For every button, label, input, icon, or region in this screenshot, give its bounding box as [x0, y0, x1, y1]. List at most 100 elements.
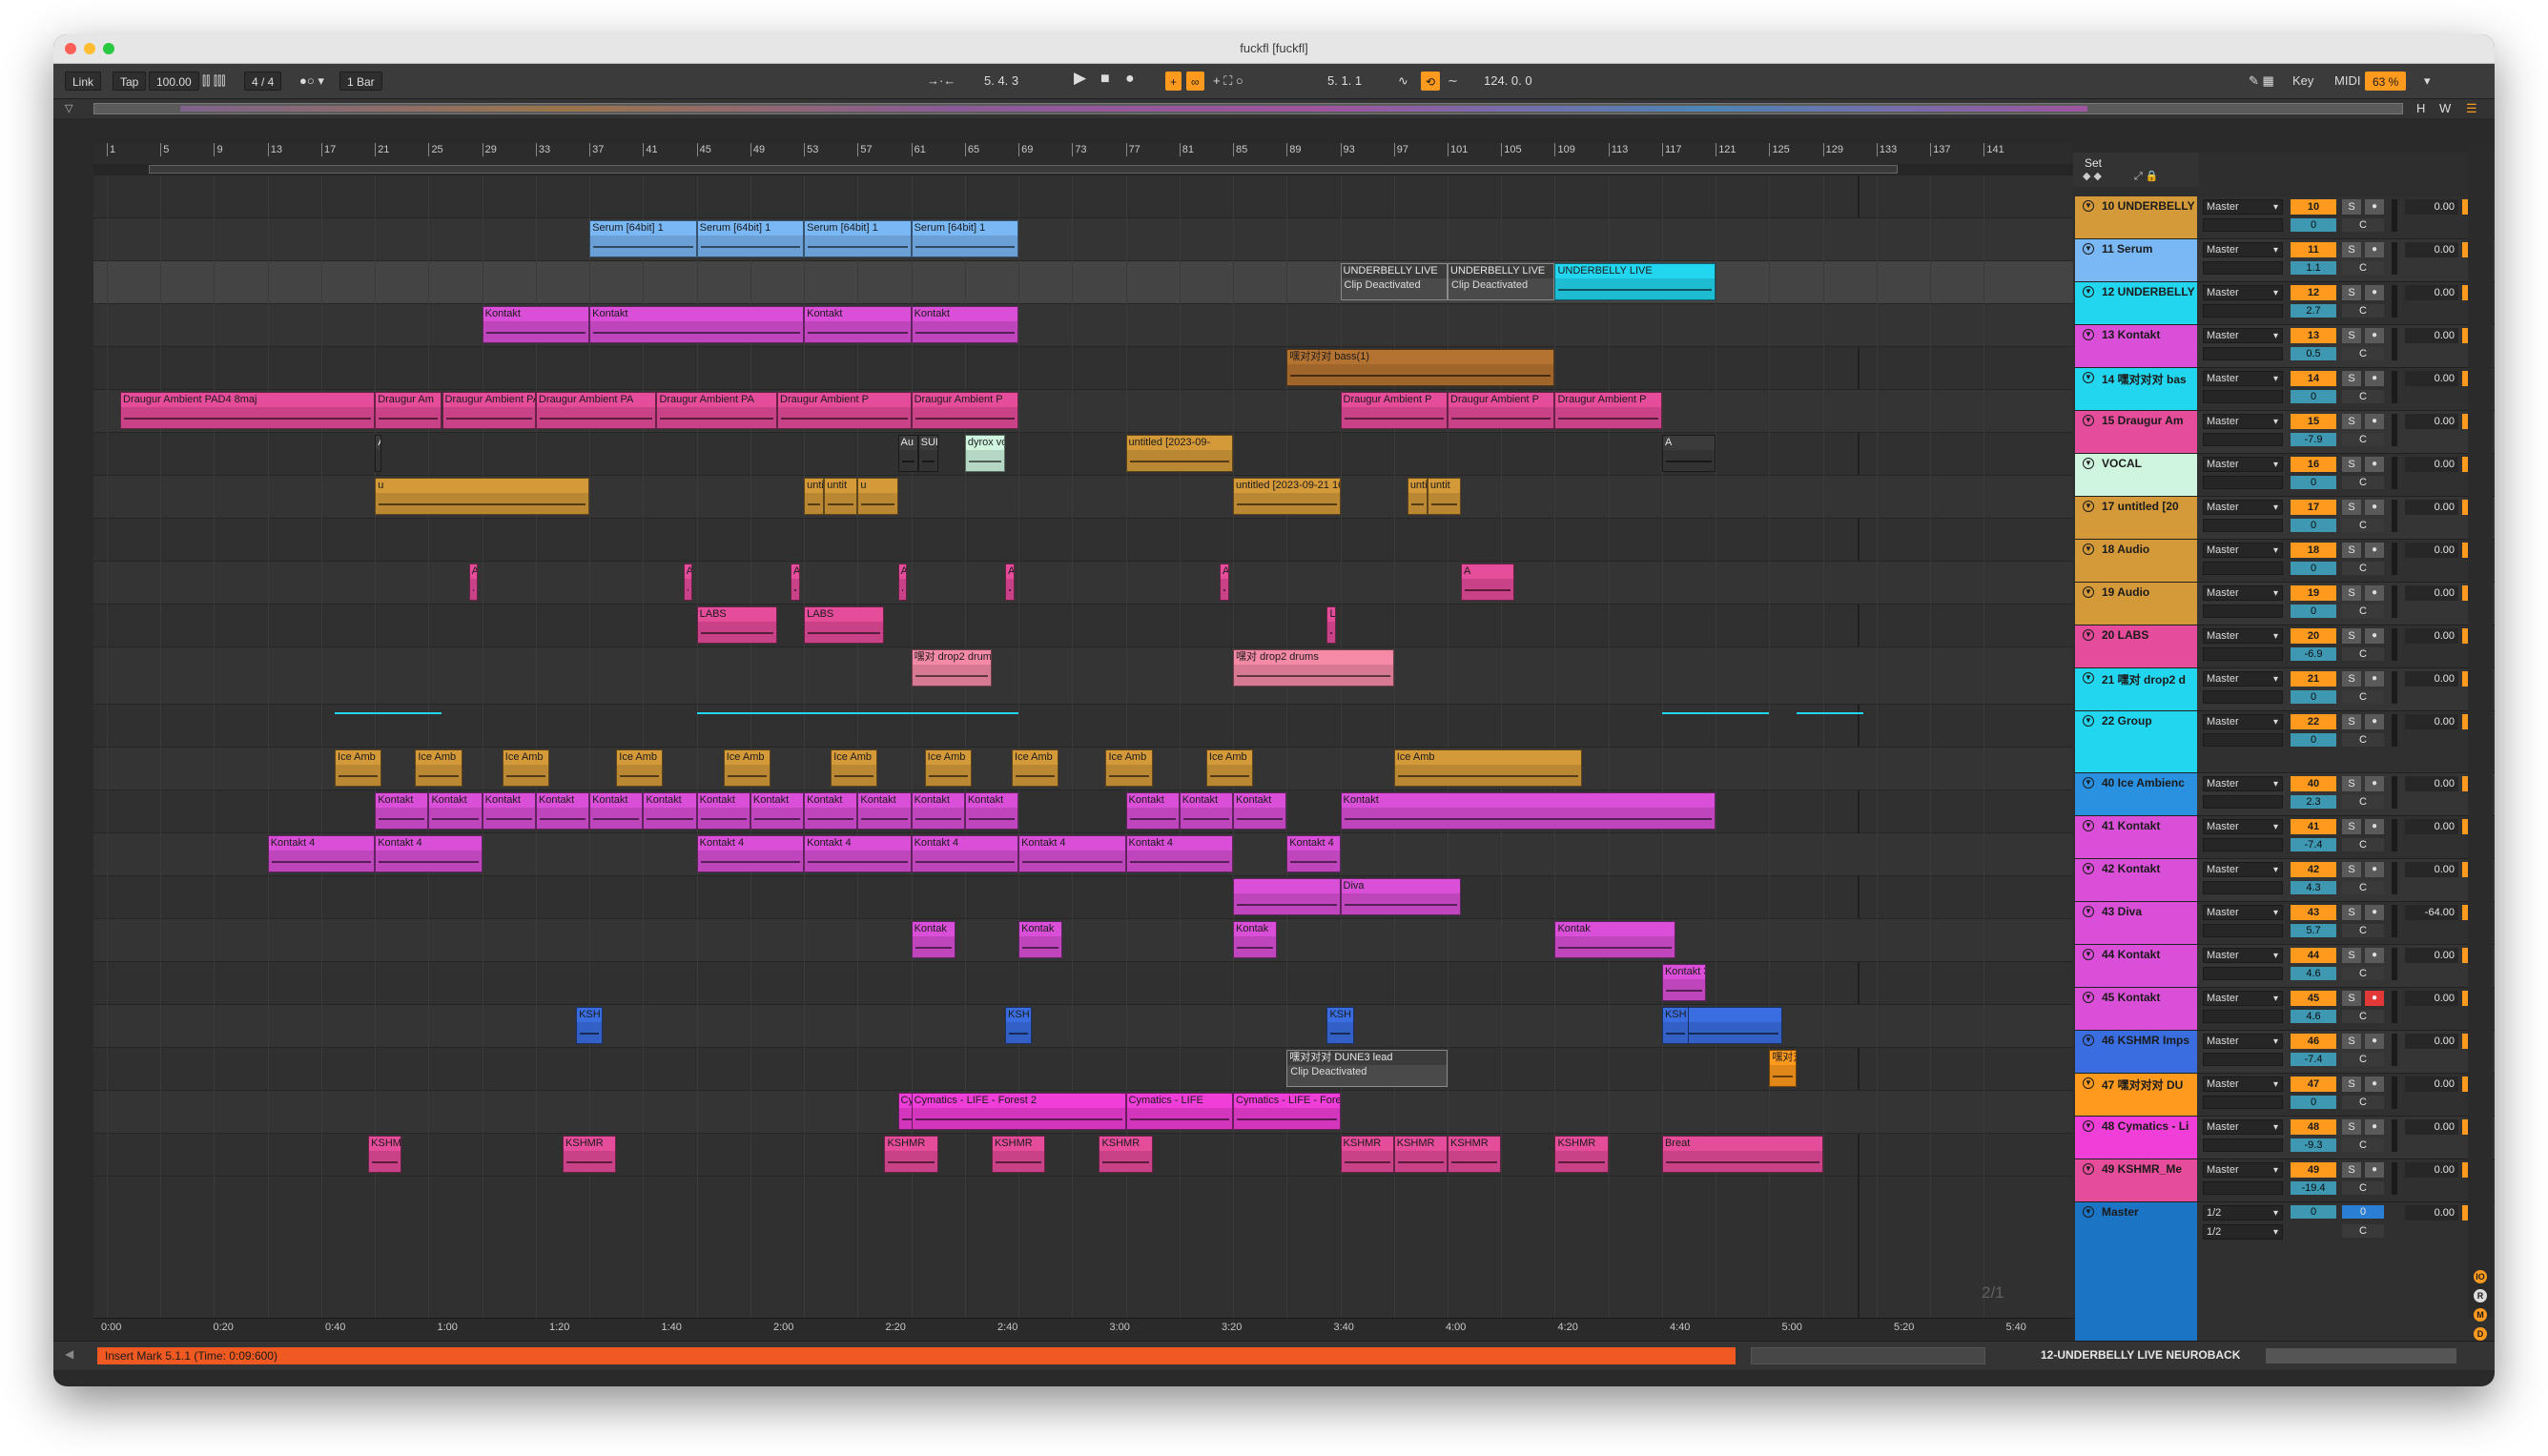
track-activator-button[interactable]: 40 — [2291, 776, 2336, 791]
track-header[interactable]: ▼12 UNDERBELLYMaster122.7S●C0.00ms — [2075, 282, 2495, 325]
track-name-block[interactable]: ▼ 10 UNDERBELLY — [2075, 196, 2197, 238]
clip[interactable]: Ice Amb — [723, 749, 771, 787]
track-activator-button[interactable]: 44 — [2291, 948, 2336, 963]
clip[interactable]: Serum [64bit] 1 — [696, 220, 805, 257]
output-routing-select[interactable]: Master — [2203, 585, 2283, 601]
arm-button[interactable]: ● — [2365, 285, 2384, 300]
clip[interactable]: KSHMR — [563, 1136, 617, 1173]
arm-button[interactable]: ● — [2365, 862, 2384, 877]
track-volume-field[interactable]: 5.7 — [2291, 924, 2336, 937]
fold-icon[interactable]: ▼ — [2083, 286, 2094, 297]
tap-button[interactable]: Tap — [113, 72, 147, 91]
solo-button[interactable]: S — [2342, 414, 2361, 429]
track-lane[interactable] — [93, 919, 2073, 962]
track-lane[interactable] — [93, 605, 2073, 647]
clip[interactable]: Kontakt — [375, 792, 429, 830]
track-header[interactable]: ▼43 DivaMaster435.7S●C-64.00ms — [2075, 902, 2495, 945]
track-lane[interactable] — [93, 433, 2073, 476]
output-routing-select[interactable]: Master — [2203, 543, 2283, 558]
clip[interactable]: KSHMR — [1393, 1136, 1448, 1173]
track-activator-button[interactable]: 17 — [2291, 500, 2336, 515]
crossfade-assign-button[interactable]: C — [2342, 347, 2384, 360]
clip[interactable]: Ice Amb — [1012, 749, 1059, 787]
io-toggle-icon[interactable]: IO — [2474, 1270, 2487, 1283]
crossfade-assign-button[interactable]: C — [2342, 967, 2384, 980]
solo-button[interactable]: S — [2342, 991, 2361, 1006]
clip[interactable]: Kontakt — [482, 792, 536, 830]
track-lane[interactable] — [93, 962, 2073, 1005]
track-header[interactable]: ▼VOCALMaster160S●C0.00ms — [2075, 454, 2495, 497]
clip[interactable]: Ice Amb — [502, 749, 549, 787]
output-channel-select[interactable] — [2203, 1010, 2283, 1023]
track-activator-button[interactable]: 10 — [2291, 199, 2336, 215]
fold-icon[interactable]: ▼ — [2083, 458, 2094, 469]
output-routing-select[interactable]: Master — [2203, 199, 2283, 215]
status-left-arrow-icon[interactable]: ◀ — [65, 1347, 73, 1361]
clip[interactable]: Ice Amb — [335, 749, 382, 787]
track-header[interactable]: ▼15 Draugur AmMaster15-7.9S●C0.00ms — [2075, 411, 2495, 454]
clip[interactable]: Cymatics - LIFE - Forest 2 — [911, 1093, 1126, 1130]
clip[interactable]: Kontakt — [428, 792, 483, 830]
clip[interactable]: KSHMR — [991, 1136, 1046, 1173]
clip[interactable]: untitled [2023-09- — [1125, 435, 1234, 472]
record-icon[interactable]: ● — [1125, 70, 1135, 89]
fold-icon[interactable]: ▼ — [2083, 372, 2094, 383]
track-header[interactable]: ▼48 Cymatics - LiMaster48-9.3S●C0.00ms — [2075, 1117, 2495, 1159]
arm-button[interactable]: ● — [2365, 1162, 2384, 1178]
clip[interactable]: Kontakt — [750, 792, 805, 830]
track-delay-field[interactable]: 0.00 — [2405, 714, 2458, 729]
track-lane[interactable] — [93, 562, 2073, 605]
loop-start-field[interactable]: 5. 1. 1 — [1327, 72, 1362, 91]
track-delay-field[interactable]: 0.00 — [2405, 1162, 2458, 1178]
clip[interactable]: dyrox vocal fixed — [964, 435, 1005, 472]
fold-icon[interactable]: ▼ — [2083, 1120, 2094, 1132]
clip[interactable]: Kontakt — [1125, 792, 1180, 830]
crossfade-assign-button[interactable]: C — [2342, 881, 2384, 894]
track-activator-button[interactable]: 41 — [2291, 819, 2336, 834]
track-delay-field[interactable]: 0.00 — [2405, 671, 2458, 687]
clip[interactable]: Au — [897, 435, 918, 472]
clip[interactable]: Draugur Am — [375, 392, 442, 429]
output-routing-select[interactable]: Master — [2203, 991, 2283, 1006]
w-zoom-button[interactable]: W — [2439, 99, 2451, 118]
track-header[interactable]: ▼40 Ice AmbiencMaster402.3S●C0.00ms — [2075, 773, 2495, 816]
track-name-block[interactable]: ▼ 14 嘿对对对 bas — [2075, 368, 2197, 410]
clip[interactable]: Kontakt — [857, 792, 912, 830]
fold-icon[interactable]: ▼ — [2083, 329, 2094, 340]
fold-icon[interactable]: ▼ — [2083, 1206, 2094, 1218]
track-volume-field[interactable]: -7.9 — [2291, 433, 2336, 446]
clip[interactable]: Kontakt — [589, 792, 644, 830]
track-header[interactable]: ▼20 LABSMaster20-6.9S●C0.00ms — [2075, 625, 2495, 668]
time-signature-field[interactable]: 4 / 4 — [244, 72, 282, 91]
crossfade-assign-button[interactable]: C — [2342, 304, 2384, 318]
clip[interactable]: KSH — [576, 1007, 604, 1044]
output-channel-select[interactable] — [2203, 838, 2283, 851]
solo-button[interactable]: S — [2342, 714, 2361, 729]
clip[interactable]: Kontakt 4 — [1018, 835, 1126, 872]
track-header[interactable]: ▼49 KSHMR_MeMaster49-19.4S●C0.00ms — [2075, 1159, 2495, 1202]
output-routing-select[interactable]: Master — [2203, 500, 2283, 515]
solo-button[interactable]: S — [2342, 285, 2361, 300]
crossfade-assign-button[interactable]: C — [2342, 838, 2384, 851]
clip[interactable]: Draugur Ambient PAD4 8maj — [120, 392, 376, 429]
beat-ruler[interactable]: 1 5 9 13 17 21 25 29 33 37 41 45 49 53 57 61 65 69 73 77 81 8… — [93, 143, 2073, 165]
track-delay-field[interactable]: 0.00 — [2405, 371, 2458, 386]
track-name-block[interactable]: ▼ Master — [2075, 1202, 2197, 1364]
clip[interactable]: Kontakt 3 — [1661, 964, 1707, 1001]
fold-icon[interactable]: ▼ — [2083, 1163, 2094, 1175]
clip[interactable]: Kontakt — [804, 306, 912, 343]
clip[interactable]: Draugur Ambient PA — [442, 392, 536, 429]
track-delay-field[interactable]: 0.00 — [2405, 819, 2458, 834]
track-delay-field[interactable]: 0.00 — [2405, 776, 2458, 791]
track-delay-field[interactable]: 0.00 — [2405, 862, 2458, 877]
track-header[interactable]: ▼46 KSHMR ImpsMaster46-7.4S●C0.00ms — [2075, 1031, 2495, 1074]
master-output-select[interactable]: 1/2 — [2203, 1205, 2283, 1220]
output-routing-select[interactable]: Master — [2203, 371, 2283, 386]
crossfade-assign-button[interactable]: C — [2342, 647, 2384, 661]
solo-button[interactable]: S — [2342, 1119, 2361, 1135]
clip[interactable]: Draugur Ambient PA — [535, 392, 657, 429]
track-header[interactable]: ▼14 嘿对对对 basMaster140S●C0.00ms — [2075, 368, 2495, 411]
clip[interactable]: Ice Amb — [1205, 749, 1254, 787]
nudge-icons[interactable]: ⫿⫿ ⫿⫿⫿ — [202, 72, 225, 91]
arm-button[interactable]: ● — [2365, 585, 2384, 601]
